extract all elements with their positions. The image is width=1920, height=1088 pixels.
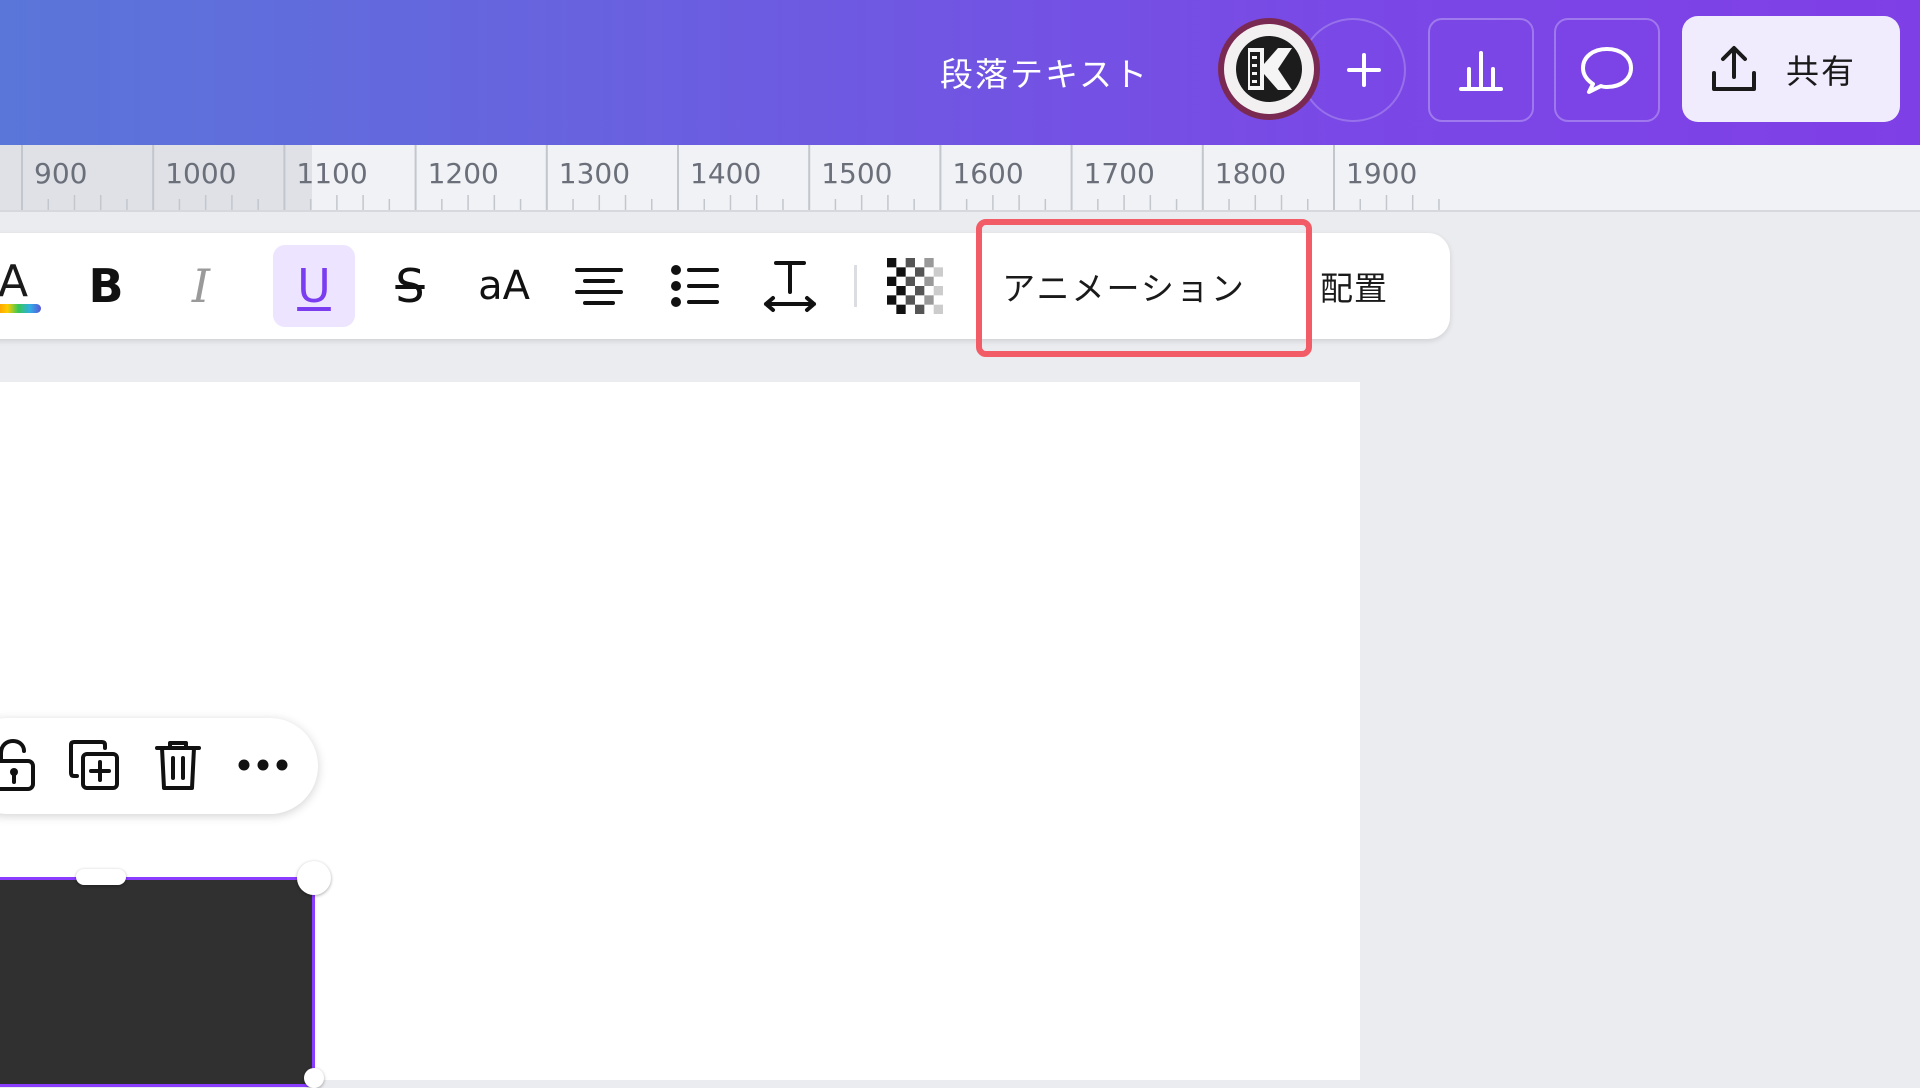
text-toolbar: A B I U S aA アニメーション 配置 bbox=[0, 233, 1450, 339]
align-center-icon bbox=[575, 268, 623, 305]
letter-case-icon: aA bbox=[478, 263, 530, 309]
spacing-button[interactable] bbox=[749, 245, 831, 327]
transparency-button[interactable] bbox=[874, 245, 956, 327]
resize-handle-top-right[interactable] bbox=[297, 861, 331, 895]
text-spacing-icon bbox=[764, 261, 816, 312]
top-header: 段落テキスト 共有 bbox=[0, 0, 1920, 145]
rotate-handle[interactable] bbox=[76, 869, 126, 885]
plus-icon bbox=[1347, 53, 1381, 87]
list-button[interactable] bbox=[654, 245, 736, 327]
k-logo-icon bbox=[1236, 36, 1302, 102]
delete-button[interactable] bbox=[145, 732, 211, 798]
strikethrough-button[interactable]: S bbox=[369, 245, 451, 327]
ruler-label: 1600 bbox=[952, 157, 1024, 190]
ruler-label: 900 bbox=[34, 157, 88, 190]
element-context-menu bbox=[0, 718, 318, 814]
italic-icon: I bbox=[191, 259, 211, 313]
text-color-icon: A bbox=[0, 256, 41, 313]
ruler-label: 1900 bbox=[1346, 157, 1418, 190]
animation-button[interactable]: アニメーション bbox=[974, 251, 1274, 321]
ruler-label: 1300 bbox=[558, 157, 631, 190]
ruler-label: 1700 bbox=[1083, 157, 1155, 190]
ruler-label: 1000 bbox=[165, 157, 237, 190]
duplicate-icon bbox=[69, 740, 119, 790]
lock-icon bbox=[0, 738, 35, 791]
letter-case-button[interactable]: aA bbox=[463, 245, 545, 327]
strikethrough-icon: S bbox=[395, 259, 425, 313]
text-color-button[interactable]: A bbox=[0, 245, 54, 327]
bullet-list-icon bbox=[671, 265, 719, 307]
speech-bubble-icon bbox=[1581, 47, 1633, 94]
more-icon bbox=[238, 759, 288, 771]
ruler-label: 1400 bbox=[690, 157, 762, 190]
ruler-label: 1100 bbox=[296, 157, 368, 190]
ruler-label: 1500 bbox=[821, 157, 893, 190]
underline-button[interactable]: U bbox=[273, 245, 355, 327]
horizontal-ruler[interactable]: 900 1000 1100 1200 1300 1400 1500 1600 1700 1800 1… bbox=[0, 145, 1920, 212]
ruler-label: 1200 bbox=[427, 157, 499, 190]
bold-button[interactable]: B bbox=[65, 245, 147, 327]
italic-button[interactable]: I bbox=[160, 245, 242, 327]
underline-icon: U bbox=[297, 259, 331, 313]
selected-element[interactable] bbox=[0, 877, 315, 1087]
trash-icon bbox=[155, 741, 201, 790]
svg-text:A: A bbox=[0, 256, 28, 307]
ruler-label: 1800 bbox=[1214, 157, 1287, 190]
insights-button[interactable] bbox=[1428, 18, 1534, 122]
lock-button[interactable] bbox=[0, 732, 48, 798]
align-button[interactable] bbox=[558, 245, 640, 327]
bar-chart-icon bbox=[1459, 51, 1503, 91]
more-options-button[interactable] bbox=[230, 732, 296, 798]
share-label: 共有 bbox=[1786, 52, 1856, 91]
duplicate-button[interactable] bbox=[61, 732, 127, 798]
comment-button[interactable] bbox=[1554, 18, 1660, 122]
avatar[interactable] bbox=[1218, 18, 1320, 120]
position-button[interactable]: 配置 bbox=[1294, 251, 1414, 321]
toolbar-divider bbox=[854, 265, 857, 307]
upload-icon bbox=[1712, 46, 1756, 91]
bold-icon: B bbox=[88, 259, 124, 313]
resize-handle-bottom-right[interactable] bbox=[304, 1068, 324, 1088]
transparency-icon bbox=[887, 258, 943, 314]
share-button[interactable]: 共有 bbox=[1682, 16, 1900, 122]
document-title[interactable]: 段落テキスト bbox=[940, 48, 1149, 96]
